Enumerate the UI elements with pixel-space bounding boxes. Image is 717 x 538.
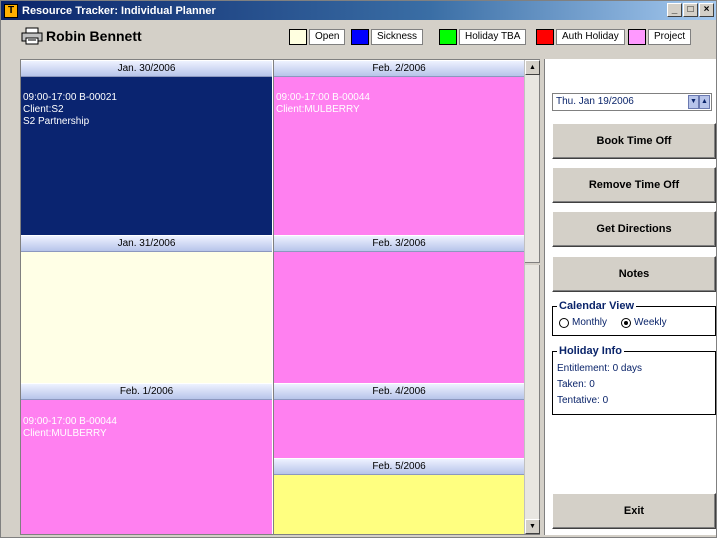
legend-swatch-open — [289, 29, 307, 45]
maximize-button[interactable]: □ — [683, 3, 698, 17]
legend-label-project: Project — [648, 29, 692, 45]
remove-time-off-button[interactable]: Remove Time Off — [552, 167, 716, 203]
day-header: Feb. 2/2006 — [274, 60, 524, 77]
appointment-description: S2 Partnership — [23, 116, 90, 127]
minimize-button[interactable]: _ — [667, 3, 682, 17]
legend-swatch-project — [628, 29, 646, 45]
window-title: Resource Tracker: Individual Planner — [22, 4, 216, 17]
book-time-off-button[interactable]: Book Time Off — [552, 123, 716, 159]
day-cell-feb-3[interactable] — [274, 252, 524, 383]
day-cell-jan-31[interactable] — [21, 252, 272, 383]
radio-monthly-label: Monthly — [572, 317, 608, 328]
radio-weekly-label: Weekly — [634, 317, 667, 328]
calendar-column-left: Jan. 30/2006 09:00-17:00 B-00021 Client:… — [21, 60, 272, 534]
legend-swatch-holiday-tba — [439, 29, 457, 45]
legend-swatch-sickness — [351, 29, 369, 45]
legend-label-open: Open — [309, 29, 346, 45]
appointment-client: Client:S2 — [23, 104, 64, 115]
planner-header: Robin Bennett Open Sickness Holiday TBA … — [1, 20, 716, 52]
calendar-view-title: Calendar View — [557, 300, 636, 312]
radio-weekly[interactable]: Weekly — [621, 317, 667, 328]
appointment-client: Client:MULBERRY — [23, 428, 107, 439]
legend-label-auth-holiday: Auth Holiday — [556, 29, 625, 45]
legend-holiday-tba: Holiday TBA — [439, 29, 527, 45]
legend-label-holiday-tba: Holiday TBA — [459, 29, 527, 45]
holiday-entitlement: Entitlement: 0 days — [557, 363, 643, 374]
legend-label-sickness: Sickness — [371, 29, 424, 45]
day-header: Jan. 31/2006 — [21, 235, 272, 252]
day-cell-jan-30[interactable]: 09:00-17:00 B-00021 Client:S2 S2 Partner… — [21, 77, 272, 235]
window-controls: _ □ × — [667, 3, 714, 17]
radio-weekly-circle[interactable] — [621, 317, 632, 328]
action-panel: Thu. Jan 19/2006 ▼ ▲ Book Time Off Remov… — [544, 59, 716, 535]
legend-swatch-auth-holiday — [536, 29, 554, 45]
calendar-column-right: Feb. 2/2006 09:00-17:00 B-00044 Client:M… — [273, 60, 524, 534]
spin-arrows-icon[interactable]: ▲ — [699, 95, 710, 109]
legend-sickness: Sickness — [351, 29, 424, 45]
appointment-time: 09:00-17:00 B-00044 — [23, 416, 117, 427]
holiday-taken: Taken: 0 — [557, 379, 595, 390]
planner-window: T Resource Tracker: Individual Planner _… — [0, 0, 717, 538]
title-bar: T Resource Tracker: Individual Planner _… — [1, 1, 716, 20]
appointment-time: 09:00-17:00 B-00044 — [276, 92, 370, 103]
calendar-scrollbar[interactable]: ▲ ▼ — [524, 60, 540, 534]
legend-project: Project — [628, 29, 692, 45]
weekly-calendar: Jan. 30/2006 09:00-17:00 B-00021 Client:… — [20, 59, 540, 535]
printer-icon[interactable] — [21, 27, 43, 45]
day-cell-feb-1[interactable]: 09:00-17:00 B-00044 Client:MULBERRY — [21, 400, 272, 534]
day-header: Feb. 1/2006 — [21, 383, 272, 400]
day-cell-feb-4[interactable] — [274, 400, 524, 458]
day-cell-feb-2[interactable]: 09:00-17:00 B-00044 Client:MULBERRY — [274, 77, 524, 235]
day-header: Jan. 30/2006 — [21, 60, 272, 77]
legend-open: Open — [289, 29, 346, 45]
day-header: Feb. 3/2006 — [274, 235, 524, 252]
day-header: Feb. 4/2006 — [274, 383, 524, 400]
radio-monthly-circle[interactable] — [559, 317, 569, 328]
calendar-view-group: Calendar View Monthly Weekly — [552, 300, 716, 336]
holiday-info-group: Holiday Info Entitlement: 0 days Taken: … — [552, 345, 716, 415]
appointment-time: 09:00-17:00 B-00021 — [23, 92, 117, 103]
day-header: Feb. 5/2006 — [274, 458, 524, 475]
dropdown-arrow-icon[interactable]: ▼ — [688, 95, 699, 109]
date-spinner[interactable]: ▼ ▲ — [688, 95, 710, 109]
date-value: Thu. Jan 19/2006 — [556, 96, 634, 107]
scroll-thumb[interactable] — [525, 262, 540, 265]
day-cell-feb-5[interactable] — [274, 475, 524, 534]
date-picker[interactable]: Thu. Jan 19/2006 ▼ ▲ — [552, 93, 712, 111]
holiday-info-title: Holiday Info — [557, 345, 624, 357]
legend-auth-holiday: Auth Holiday — [536, 29, 625, 45]
get-directions-button[interactable]: Get Directions — [552, 211, 716, 247]
exit-button[interactable]: Exit — [552, 493, 716, 529]
appointment-client: Client:MULBERRY — [276, 104, 360, 115]
holiday-tentative: Tentative: 0 — [557, 395, 609, 406]
scroll-up-button[interactable]: ▲ — [525, 60, 540, 75]
close-button[interactable]: × — [699, 3, 714, 17]
scroll-down-button[interactable]: ▼ — [525, 519, 540, 534]
radio-monthly[interactable]: Monthly — [559, 317, 607, 328]
app-icon: T — [4, 3, 18, 18]
person-name: Robin Bennett — [46, 28, 142, 44]
notes-button[interactable]: Notes — [552, 256, 716, 292]
